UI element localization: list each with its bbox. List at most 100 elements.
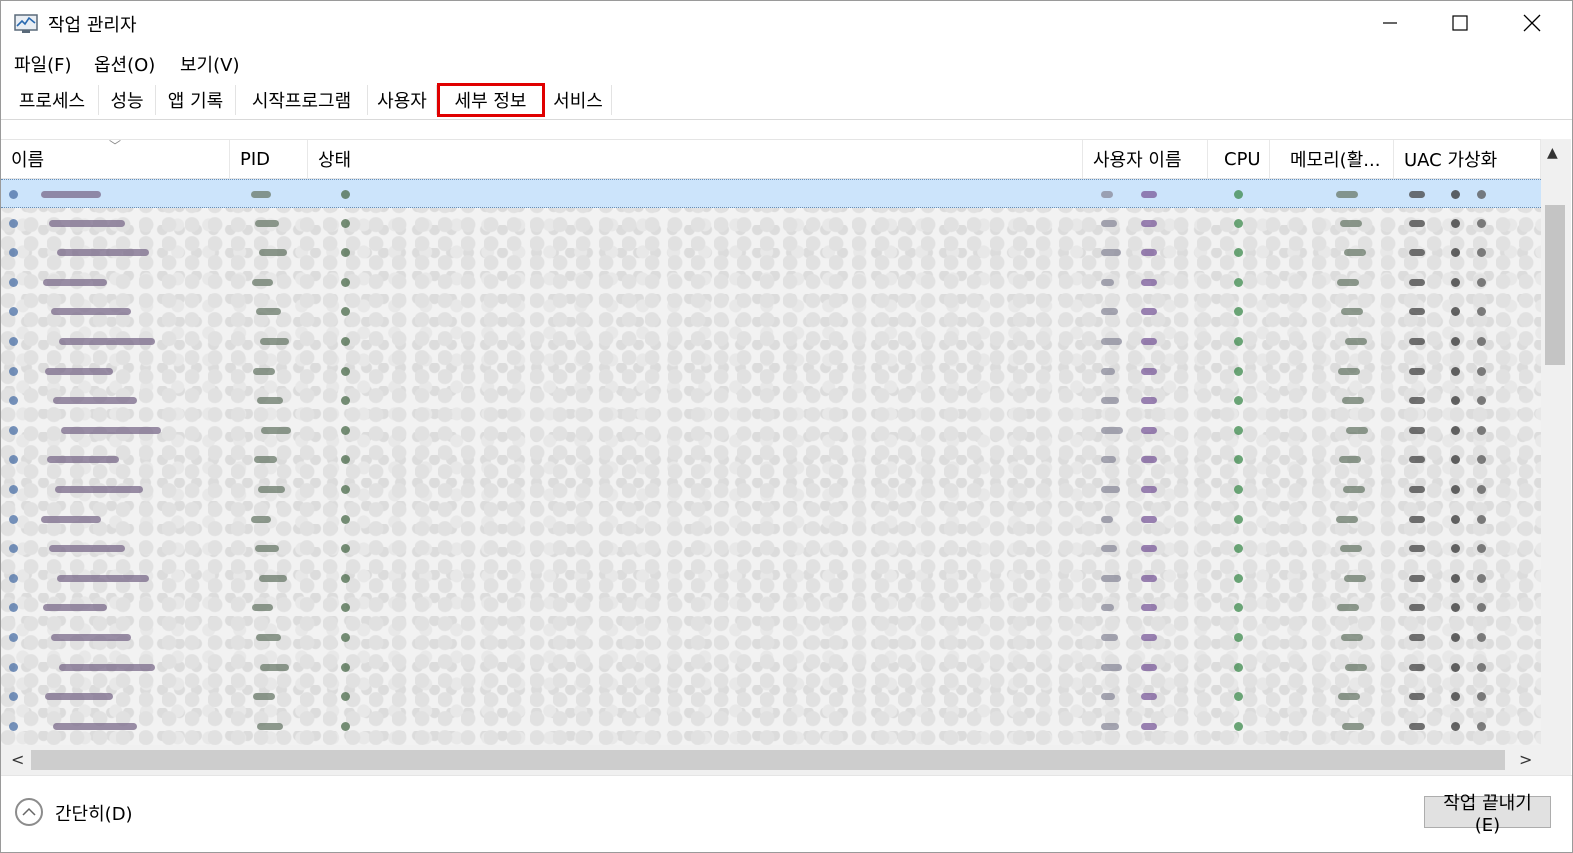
table-row[interactable] — [1, 238, 1541, 267]
obscured-cell — [1234, 218, 1243, 228]
obscured-cell — [43, 278, 107, 286]
obscured-cell — [341, 455, 350, 465]
obscured-cell — [45, 693, 113, 701]
tab-users[interactable]: 사용자 — [368, 85, 437, 115]
obscured-cell — [1141, 367, 1157, 375]
process-table-body[interactable] — [1, 179, 1541, 745]
obscured-cell — [1234, 337, 1243, 346]
obscured-cell — [1477, 721, 1486, 731]
table-row[interactable] — [1, 623, 1541, 652]
obscured-cell — [1234, 485, 1243, 494]
table-row-selected[interactable] — [1, 179, 1541, 208]
tab-services[interactable]: 서비스 — [545, 85, 612, 115]
vertical-scrollbar[interactable]: ▲ — [1541, 139, 1571, 745]
obscured-cell — [1338, 367, 1360, 375]
end-task-button[interactable]: 작업 끝내기(E) — [1424, 793, 1551, 836]
obscured-cell — [9, 455, 18, 465]
obscured-cell — [1234, 662, 1243, 672]
table-row[interactable] — [1, 593, 1541, 622]
collapse-label[interactable]: 간단히(D) — [55, 800, 133, 826]
obscured-cell — [260, 663, 289, 671]
table-row[interactable] — [1, 505, 1541, 534]
table-row[interactable] — [1, 475, 1541, 504]
tab-performance[interactable]: 성능 — [99, 85, 156, 115]
menu-file[interactable]: 파일(F) — [14, 51, 72, 77]
scroll-up-icon[interactable]: ▲ — [1547, 145, 1558, 161]
obscured-cell — [1101, 338, 1122, 345]
obscured-cell — [341, 514, 350, 524]
obscured-cell — [1409, 693, 1425, 701]
obscured-cell — [341, 721, 350, 731]
obscured-cell — [59, 663, 155, 671]
table-row[interactable] — [1, 209, 1541, 238]
obscured-cell — [252, 604, 273, 612]
scrollbar-corner — [1541, 745, 1571, 775]
obscured-cell — [1141, 219, 1157, 227]
menu-options[interactable]: 옵션(O) — [94, 51, 155, 77]
obscured-cell — [1409, 249, 1425, 257]
scroll-left-icon[interactable]: < — [11, 750, 24, 769]
minimize-button[interactable] — [1355, 1, 1425, 45]
obscured-cell — [1141, 278, 1157, 286]
menu-view[interactable]: 보기(V) — [180, 51, 239, 77]
obscured-cell — [9, 603, 18, 613]
table-row[interactable] — [1, 682, 1541, 711]
obscured-cell — [260, 338, 289, 345]
obscured-cell — [261, 426, 291, 434]
obscured-cell — [1409, 308, 1425, 316]
column-memory[interactable]: 메모리(활... — [1270, 140, 1394, 178]
table-row[interactable] — [1, 386, 1541, 415]
obscured-cell — [57, 249, 149, 257]
table-row[interactable] — [1, 445, 1541, 474]
table-row[interactable] — [1, 327, 1541, 356]
table-row[interactable] — [1, 268, 1541, 297]
table-header: 이름 PID 상태 사용자 이름 CPU 메모리(활... UAC 가상화 — [1, 139, 1541, 179]
table-row[interactable] — [1, 416, 1541, 445]
horizontal-scrollbar[interactable]: < > — [1, 745, 1541, 775]
table-row[interactable] — [1, 653, 1541, 682]
obscured-cell — [257, 722, 283, 730]
obscured-cell — [341, 633, 350, 642]
obscured-cell — [1345, 338, 1367, 345]
tab-processes[interactable]: 프로세스 — [6, 85, 99, 115]
obscured-cell — [1101, 693, 1115, 701]
obscured-cell — [341, 337, 350, 346]
obscured-cell — [258, 486, 285, 493]
tab-startup[interactable]: 시작프로그램 — [236, 85, 368, 115]
column-cpu[interactable]: CPU — [1208, 140, 1270, 178]
column-uac[interactable]: UAC 가상화 — [1394, 140, 1541, 178]
tab-app-history[interactable]: 앱 기록 — [156, 85, 236, 115]
obscured-cell — [341, 307, 350, 317]
footer-bar: 간단히(D) 작업 끝내기(E) — [1, 775, 1572, 852]
obscured-cell — [1477, 307, 1486, 317]
obscured-cell — [9, 218, 18, 228]
horizontal-scroll-thumb[interactable] — [31, 750, 1505, 770]
obscured-cell — [1234, 603, 1243, 613]
obscured-cell — [1409, 663, 1425, 671]
table-row[interactable] — [1, 534, 1541, 563]
obscured-cell — [1141, 456, 1157, 464]
table-row[interactable] — [1, 357, 1541, 386]
obscured-cell — [253, 367, 275, 375]
task-manager-window: 작업 관리자 파일(F) 옵션(O) 보기(V) 프로세스 성능 앱 기록 시작… — [0, 0, 1573, 853]
column-name[interactable]: 이름 — [1, 140, 230, 178]
close-button[interactable] — [1497, 1, 1567, 45]
column-username[interactable]: 사용자 이름 — [1083, 140, 1208, 178]
collapse-button[interactable] — [15, 798, 43, 826]
table-row[interactable] — [1, 712, 1541, 741]
tab-details[interactable]: 세부 정보 — [437, 83, 545, 117]
scroll-right-icon[interactable]: > — [1519, 750, 1532, 769]
obscured-cell — [9, 366, 18, 376]
obscured-cell — [251, 515, 271, 523]
table-row[interactable] — [1, 297, 1541, 326]
column-status[interactable]: 상태 — [308, 140, 1083, 178]
obscured-cell — [252, 278, 273, 286]
obscured-cell — [341, 544, 350, 554]
obscured-cell — [9, 573, 18, 583]
table-row[interactable] — [1, 564, 1541, 593]
column-pid[interactable]: PID — [230, 140, 308, 178]
maximize-button[interactable] — [1425, 1, 1495, 45]
obscured-cell — [1477, 248, 1486, 258]
vertical-scroll-thumb[interactable] — [1545, 205, 1565, 365]
obscured-cell — [9, 307, 18, 317]
